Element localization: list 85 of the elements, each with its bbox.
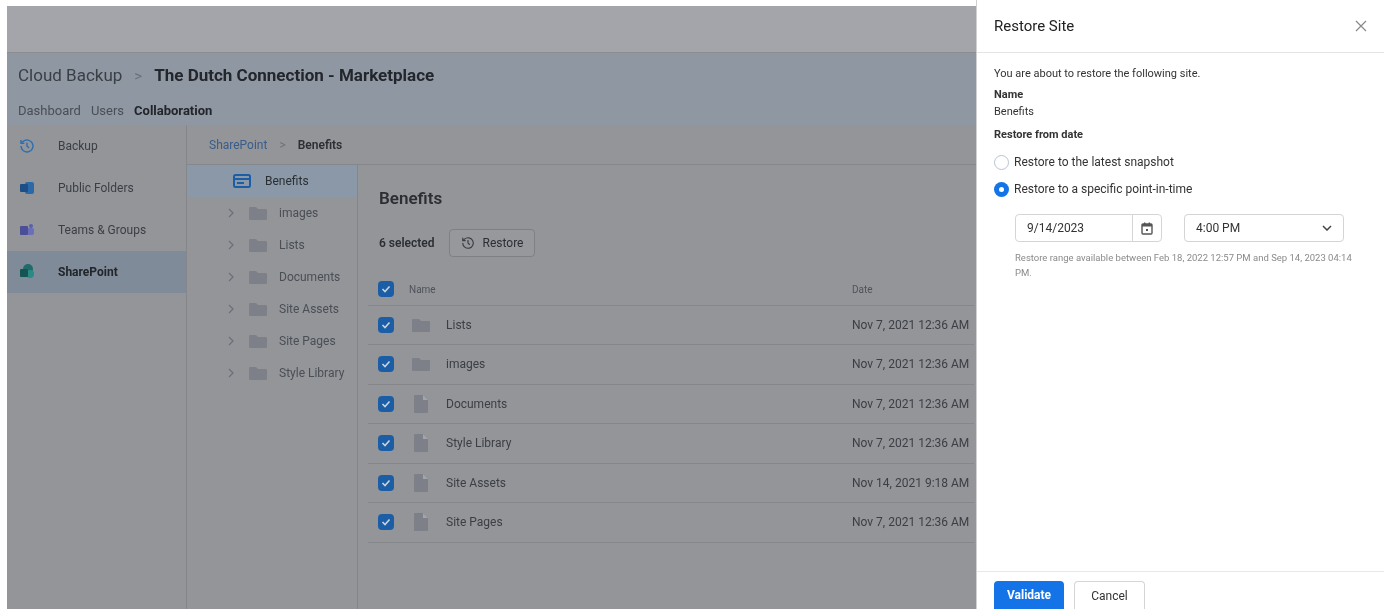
history-icon [460,235,475,250]
tree-label: Site Pages [279,333,336,350]
tree-item[interactable]: Documents [187,261,357,293]
sidebar-item[interactable]: Teams & Groups [7,209,186,251]
field-value: Benefits [994,104,1035,120]
table-cell-text: Nov 7, 2021 12:36 AM [852,316,971,334]
sidebar-item[interactable]: Public Folders [7,167,186,209]
nav-tab[interactable]: Collaboration [134,100,213,120]
validate-button[interactable]: Validate [994,581,1064,609]
table-cell-text: images [446,356,487,374]
tree-item[interactable]: Style Library [187,357,357,389]
table-cell-text: Documents [446,395,509,413]
tree-label: images [279,205,319,222]
tree-item[interactable]: images [187,197,357,229]
checkbox[interactable] [378,395,394,412]
column-header: Date [852,282,874,297]
radio-label: Restore to the latest snapshot [1014,154,1174,171]
checkbox[interactable] [378,514,394,531]
tree-label: Lists [279,237,305,254]
radio-label: Restore to a specific point-in-time [1014,181,1193,198]
checkbox[interactable] [378,474,394,491]
exchange-icon [19,180,35,196]
intro-text: You are about to restore the following site. [994,66,1202,82]
date-field[interactable]: 9/14/2023 [1015,214,1162,242]
sidebar-item[interactable]: SharePoint [7,251,186,293]
table-cell-text: Site Assets [446,474,507,492]
tree-label: Site Assets [279,301,339,318]
history-icon [19,138,35,154]
time-dropdown[interactable]: 4:00 PM [1184,214,1344,242]
tree-item[interactable]: Site Assets [187,293,357,325]
restore-button[interactable]: Restore [448,228,536,257]
checkbox[interactable] [378,435,394,452]
content-title: Benefits [379,187,444,210]
sharepoint-icon [19,264,35,280]
hint-text: Restore range available between Feb 18, 2022 12:57 PM and Sep 14, 2023 04:14 PM. [1015,251,1353,280]
table-cell-text: Nov 7, 2021 12:36 AM [852,356,971,374]
tree-item[interactable]: Site Pages [187,325,357,357]
panel-title: Restore Site [994,15,1075,37]
breadcrumb-separator: > [133,65,144,87]
table-cell-text: Nov 7, 2021 12:36 AM [852,514,971,532]
cancel-button[interactable]: Cancel [1074,581,1145,609]
path-separator: > [279,136,286,154]
checkbox[interactable] [378,281,394,297]
radio-button[interactable] [994,181,1009,197]
tree-item[interactable]: Lists [187,229,357,261]
field-label: Restore from date [994,126,1085,143]
table-cell-text: Site Pages [446,514,504,532]
calendar-icon[interactable] [1141,221,1153,235]
selection-count: 6 selected [379,234,435,252]
check-icon [381,284,391,294]
nav-tab[interactable]: Dashboard [18,100,81,120]
check-icon [381,477,391,488]
breadcrumb-link[interactable]: Cloud Backup [18,63,123,89]
file-icon [414,394,428,413]
path-link[interactable]: SharePoint [209,135,268,154]
page-title: The Dutch Connection - Marketplace [154,64,435,87]
checkbox[interactable] [378,316,394,333]
path-current: Benefits [297,136,343,154]
file-icon [414,434,428,453]
check-icon [381,438,391,449]
sidebar-item[interactable]: Backup [7,125,186,167]
tree-label: Documents [279,269,341,286]
table-cell-text: Nov 7, 2021 12:36 AM [852,395,971,413]
chevron-down-icon [1322,225,1332,231]
table-cell-text: Nov 7, 2021 12:36 AM [852,435,971,453]
radio-button[interactable] [994,154,1009,170]
tree-label: Benefits [265,173,309,190]
nav-tab[interactable]: Users [90,100,125,120]
table-cell-text: Nov 14, 2021 9:18 AM [852,474,971,492]
site-icon [233,174,251,188]
close-icon[interactable] [1355,20,1367,32]
field-label: Name [994,86,1025,103]
column-header: Name [409,282,437,297]
check-icon [381,517,391,528]
file-icon [414,473,428,492]
check-icon [381,359,391,370]
check-icon [381,398,391,409]
table-cell-text: Style Library [446,435,513,453]
teams-icon [19,222,35,238]
file-icon [414,513,428,532]
checkbox[interactable] [378,356,394,373]
tree-label: Style Library [279,365,345,382]
check-icon [381,319,391,330]
table-cell-text: Lists [446,316,473,334]
tree-item[interactable]: Benefits [187,165,357,197]
